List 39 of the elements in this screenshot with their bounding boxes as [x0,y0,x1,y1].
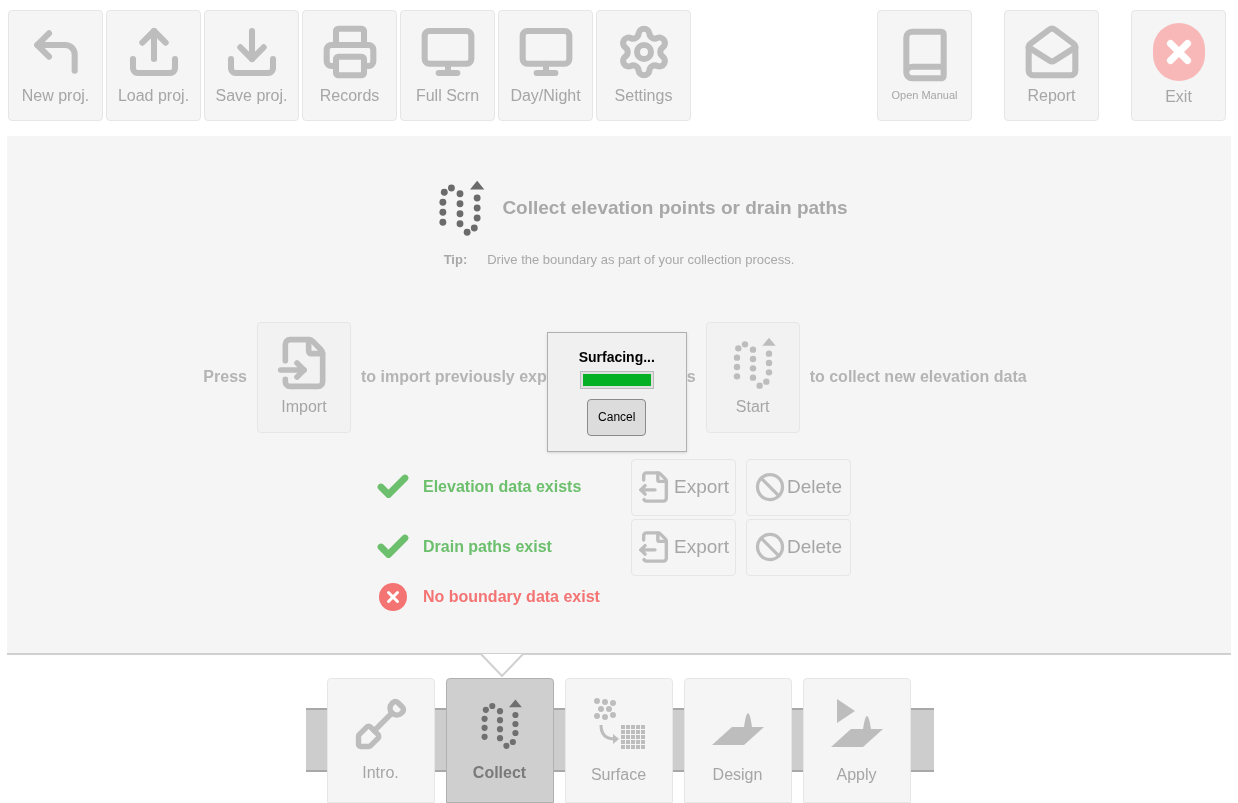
shovel-icon [353,697,408,751]
step-tab[interactable]: Design [683,678,792,803]
status-text: No boundary data exist [423,586,600,607]
prohibited-icon [755,472,786,503]
step-tab[interactable]: Intro. [326,678,435,803]
toolbar-button[interactable]: New proj. [8,10,103,121]
step-tab[interactable]: Apply [802,678,911,803]
status-text: Elevation data exists [423,477,582,498]
toolbar-button[interactable]: Load proj. [106,10,201,121]
toolbar-button[interactable]: Settings [596,10,691,121]
delete-button[interactable]: Delete [746,518,851,576]
cancel-button[interactable]: Cancel [587,398,647,436]
step-tab[interactable]: Surface [564,678,673,803]
printer-icon [321,23,378,80]
instruction-text: s [686,367,696,388]
status-text: Drain paths exist [423,537,552,558]
dialog-title: Surfacing... [578,347,655,367]
prohibited-icon [755,532,786,563]
delete-button[interactable]: Delete [746,458,851,516]
toolbar-button[interactable]: Records [302,10,397,121]
toolbar-button[interactable]: Day/Night [498,10,593,121]
import-button[interactable]: Import [256,321,351,433]
instruction-text: to import previously exp [360,367,547,388]
export-button[interactable]: Export [631,458,736,516]
envelope-icon [1023,23,1080,80]
start-button[interactable]: Start [705,321,800,433]
instruction-text: to collect new elevation data [809,367,1027,388]
step-tab[interactable]: Collect [445,678,554,803]
instruction-text: Press [203,367,247,388]
tip-label: Tip: [443,251,468,270]
toolbar-button[interactable]: Report [1004,10,1099,121]
toolbar-button[interactable]: Exit [1131,10,1226,121]
close-icon [1152,22,1205,81]
tip-text: Drive the boundary as part of your collection process. [487,251,795,270]
toolbar-button[interactable]: Full Scrn [400,10,495,121]
page-heading: Collect elevation points or drain paths [502,195,848,220]
toolbar-button[interactable]: Save proj. [204,10,299,121]
toolbar-button[interactable]: Open Manual [877,10,972,121]
export-button[interactable]: Export [631,518,736,576]
